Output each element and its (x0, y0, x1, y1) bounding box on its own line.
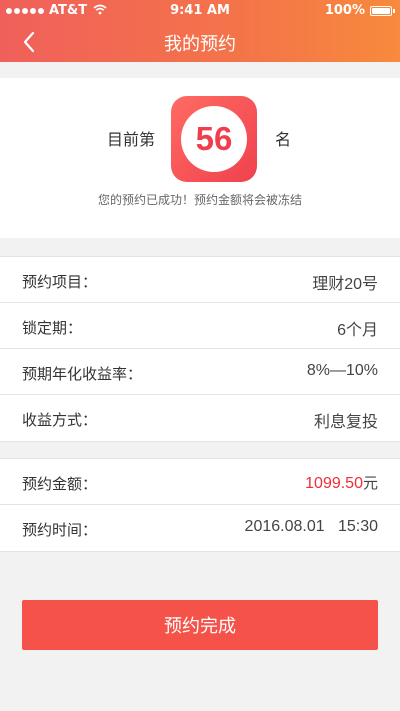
detail-label: 预期年化收益率： (22, 365, 143, 383)
battery-group: 100% (324, 3, 395, 18)
status-bar: AT&T 9:41 AM 100% (0, 0, 400, 22)
battery-icon (370, 5, 395, 16)
detail-label: 收益方式： (22, 411, 98, 429)
detail-value: 理财20号 (312, 276, 378, 293)
rank-number: 56 (181, 106, 247, 172)
header: AT&T 9:41 AM 100% 我的预约 (0, 0, 400, 62)
time-value: 2016.08.01 15:30 (244, 518, 378, 535)
detail-value: 利息复投 (313, 414, 378, 431)
summary-list: 预约金额： 1099.50元 预约时间： 2016.08.01 15:30 (0, 458, 400, 552)
finish-button[interactable]: 预约完成 (22, 600, 378, 650)
detail-label: 预约项目： (22, 273, 98, 291)
detail-label: 锁定期： (22, 319, 83, 337)
details-list: 预约项目： 理财20号 锁定期： 6个月 预期年化收益率： 8%—10% 收益方… (0, 256, 400, 442)
success-note: 您的预约已成功！预约金额将会被冻结 (97, 193, 302, 207)
amount-value: 1099.50 (305, 475, 363, 492)
detail-value: 6个月 (337, 322, 378, 339)
rank-suffix: 名 (275, 130, 292, 149)
detail-row-return-method: 收益方式： 利息复投 (0, 395, 400, 441)
rank-prefix: 目前第 (106, 130, 155, 149)
detail-row-yield: 预期年化收益率： 8%—10% (0, 349, 400, 395)
detail-row-project: 预约项目： 理财20号 (0, 257, 400, 303)
detail-row-lock-period: 锁定期： 6个月 (0, 303, 400, 349)
summary-row-time: 预约时间： 2016.08.01 15:30 (0, 505, 400, 551)
battery-text: 100% (324, 3, 365, 18)
detail-value: 8%—10% (306, 362, 378, 379)
battery-fill (372, 7, 390, 14)
page-title: 我的预约 (164, 34, 236, 55)
summary-row-amount: 预约金额： 1099.50元 (0, 459, 400, 505)
time-label: 预约时间： (22, 521, 98, 539)
amount-value-group: 1099.50元 (305, 472, 378, 493)
navbar: 我的预约 (0, 22, 400, 62)
rank-badge: 56 (171, 96, 257, 182)
rank-card: 目前第 56 名 您的预约已成功！预约金额将会被冻结 (0, 78, 400, 238)
amount-unit: 元 (362, 475, 378, 492)
amount-label: 预约金额： (22, 475, 98, 493)
rank-row: 目前第 56 名 (0, 96, 400, 182)
